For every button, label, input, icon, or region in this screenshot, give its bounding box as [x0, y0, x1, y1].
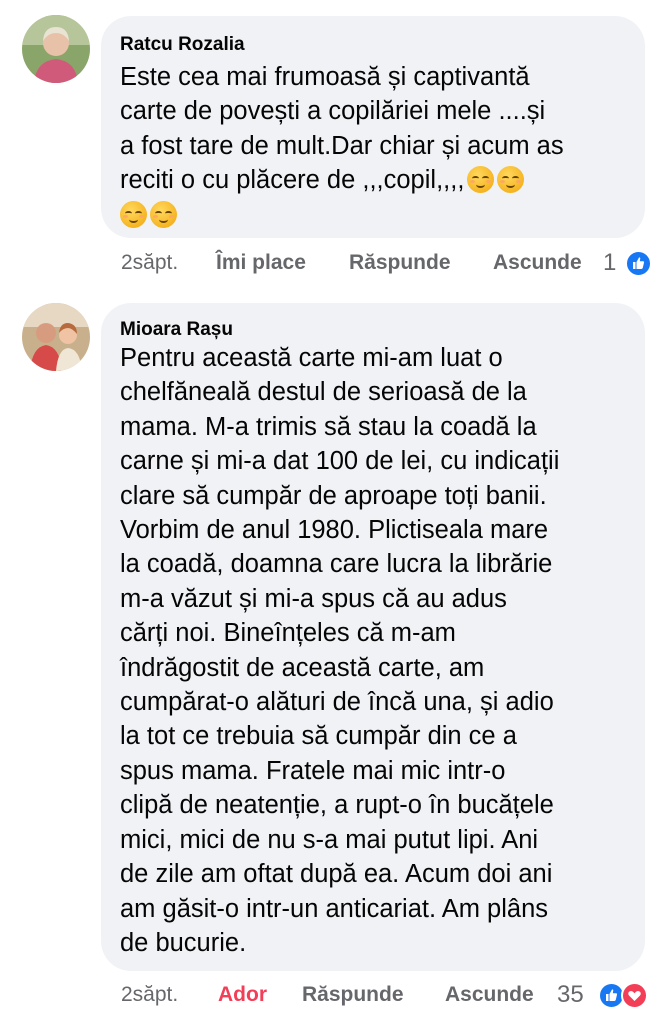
comment-bubble: Ratcu Rozalia Este cea mai frumoasă și c… — [101, 16, 645, 238]
avatar[interactable] — [22, 303, 90, 371]
avatar[interactable] — [22, 15, 90, 83]
comment-timestamp[interactable]: 2săpt. — [121, 983, 178, 1007]
smiling-face-emoji — [497, 166, 525, 194]
comment-timestamp[interactable]: 2săpt. — [121, 251, 178, 275]
comment-actions: 2săpt. Îmi place Răspunde Ascunde 1 — [0, 249, 666, 281]
love-reaction-button[interactable]: Ador — [218, 983, 267, 1007]
like-button[interactable]: Îmi place — [216, 251, 306, 275]
smiling-face-emoji — [150, 200, 177, 228]
reply-button[interactable]: Răspunde — [349, 251, 451, 275]
comment-actions: 2săpt. Ador Răspunde Ascunde 35 — [0, 981, 666, 1013]
smiling-face-emoji — [120, 200, 147, 228]
comment-text: Pentru această carte mi-am luat o chelfă… — [120, 344, 560, 957]
like-icon[interactable] — [625, 250, 652, 277]
reply-button[interactable]: Răspunde — [302, 983, 404, 1007]
hide-button[interactable]: Ascunde — [493, 251, 582, 275]
love-icon[interactable] — [621, 982, 648, 1009]
reaction-count[interactable]: 35 — [557, 981, 584, 1009]
comment-text: Este cea mai frumoasă și captivantă cart… — [120, 60, 564, 232]
comment-author[interactable]: Mioara Rașu — [120, 319, 233, 341]
comment-author[interactable]: Ratcu Rozalia — [120, 34, 245, 56]
hide-button[interactable]: Ascunde — [445, 983, 534, 1007]
reaction-count[interactable]: 1 — [603, 249, 616, 277]
comment-bubble: Mioara Rașu Pentru această carte mi-am l… — [101, 303, 645, 971]
smiling-face-emoji — [467, 166, 495, 194]
